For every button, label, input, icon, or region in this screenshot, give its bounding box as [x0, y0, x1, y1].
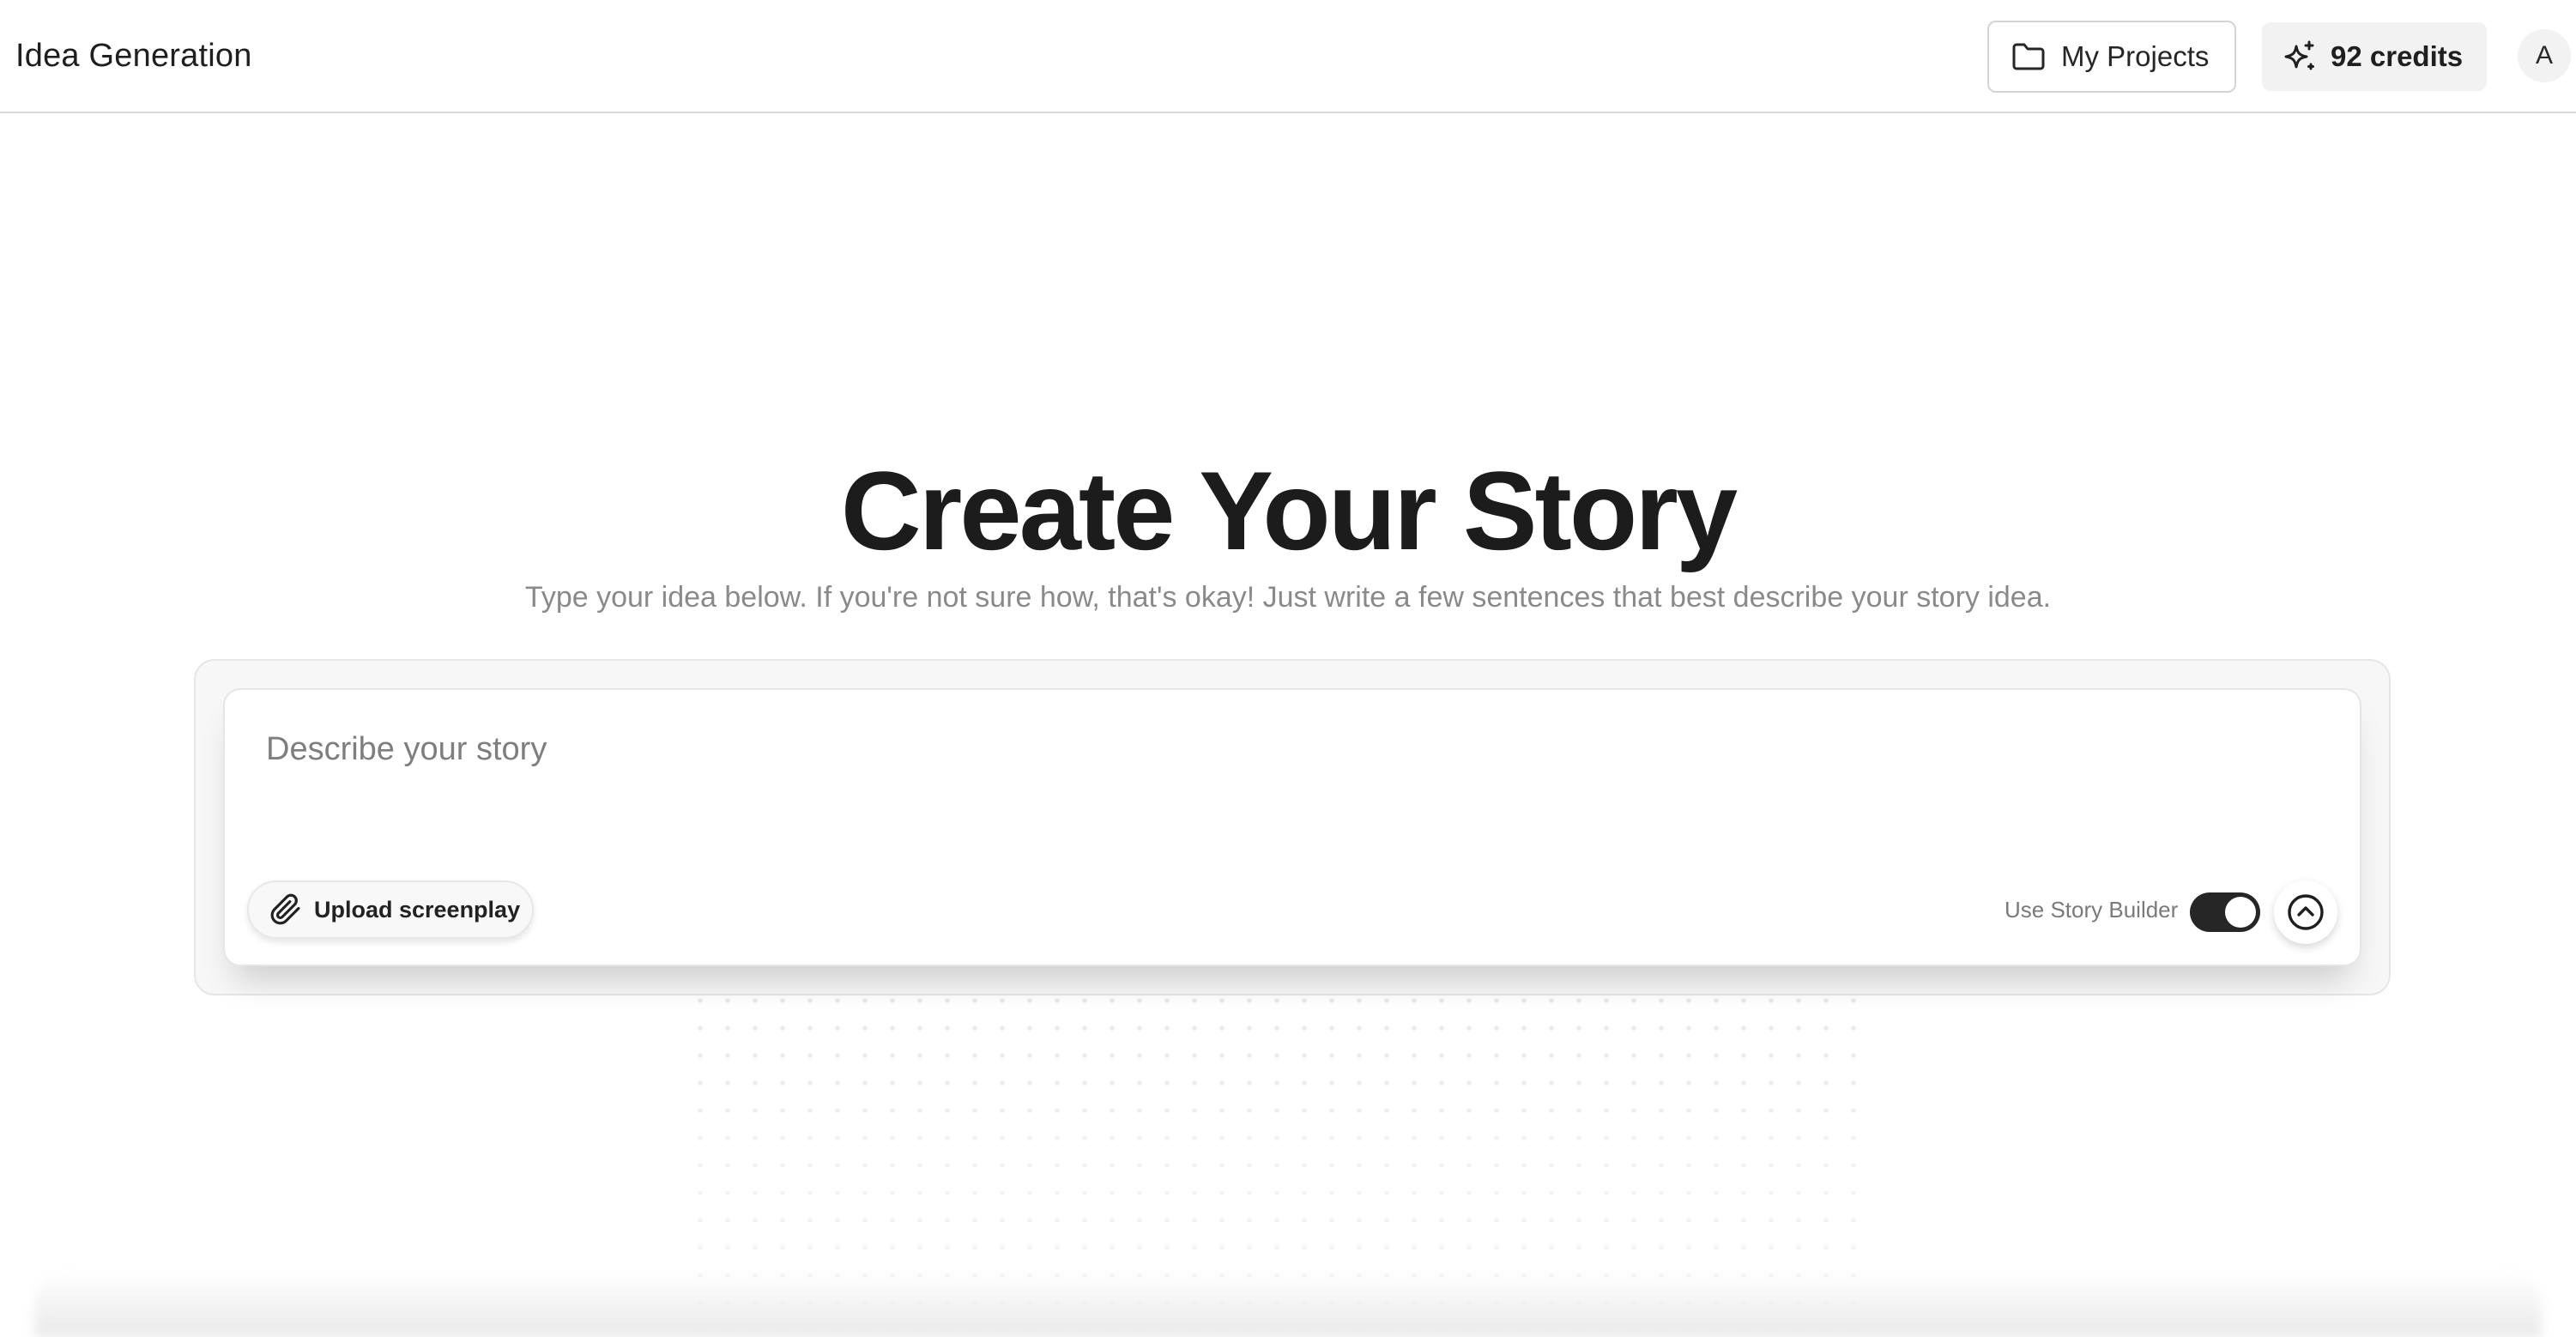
- story-composer: Upload screenplay Use Story Builder: [223, 688, 2361, 966]
- avatar-initial: A: [2535, 41, 2553, 70]
- upload-screenplay-label: Upload screenplay: [314, 896, 521, 923]
- story-builder-toggle[interactable]: [2190, 892, 2260, 932]
- bottom-shadow: [34, 1270, 2542, 1337]
- chevron-up-circle-icon: [2286, 892, 2325, 932]
- toggle-knob: [2225, 897, 2256, 928]
- app-title: Idea Generation: [15, 38, 252, 74]
- my-projects-label: My Projects: [2061, 40, 2210, 72]
- story-builder-label: Use Story Builder: [2005, 897, 2179, 923]
- my-projects-button[interactable]: My Projects: [1987, 21, 2236, 93]
- folder-icon: [2011, 42, 2046, 71]
- page-subtitle: Type your idea below. If you're not sure…: [524, 581, 2052, 614]
- submit-button[interactable]: [2274, 880, 2337, 944]
- sparkles-icon: [2283, 39, 2317, 74]
- paperclip-icon: [269, 893, 302, 926]
- top-bar: Idea Generation My Projects 92 credits A: [0, 0, 2576, 113]
- credits-label: 92 credits: [2331, 40, 2464, 72]
- avatar[interactable]: A: [2518, 29, 2571, 82]
- story-input[interactable]: [266, 728, 2317, 839]
- page-title: Create Your Story: [840, 448, 1738, 573]
- upload-screenplay-button[interactable]: Upload screenplay: [247, 880, 534, 939]
- credits-button[interactable]: 92 credits: [2262, 22, 2487, 91]
